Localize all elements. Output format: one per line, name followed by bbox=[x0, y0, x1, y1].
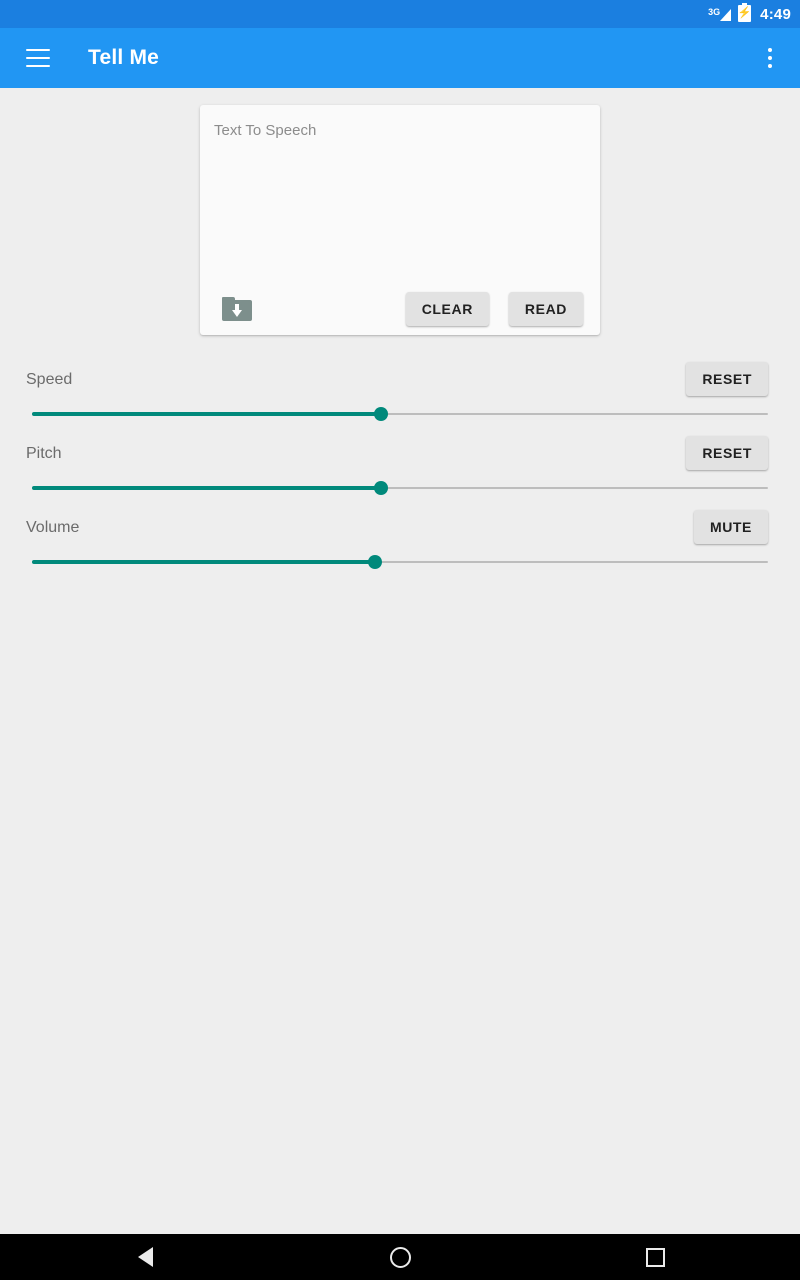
pitch-reset-button[interactable]: RESET bbox=[686, 436, 768, 470]
pitch-label: Pitch bbox=[26, 445, 62, 462]
read-button[interactable]: READ bbox=[508, 292, 583, 326]
app-title: Tell Me bbox=[88, 46, 160, 69]
speed-label: Speed bbox=[26, 371, 73, 388]
overflow-menu-icon[interactable] bbox=[758, 45, 782, 71]
volume-slider-row: Volume MUTE bbox=[0, 502, 800, 576]
pitch-slider[interactable] bbox=[32, 480, 768, 496]
clear-button[interactable]: CLEAR bbox=[405, 292, 489, 326]
home-circle-shape bbox=[389, 1246, 411, 1268]
battery-bolt-glyph: ⚡ bbox=[737, 7, 752, 19]
volume-slider-thumb[interactable] bbox=[367, 555, 382, 569]
volume-label: Volume bbox=[26, 519, 80, 536]
download-arrow-head bbox=[232, 310, 242, 317]
pitch-slider-thumb[interactable] bbox=[373, 481, 388, 495]
overflow-dot bbox=[768, 56, 772, 60]
status-bar: 3G ⚡ 4:49 bbox=[0, 0, 800, 28]
navigation-back-icon[interactable] bbox=[81, 1234, 209, 1280]
hamburger-line bbox=[26, 65, 50, 67]
overflow-dot bbox=[768, 48, 772, 52]
signal-3g-icon: 3G bbox=[708, 5, 732, 23]
speed-slider-fill bbox=[32, 412, 381, 416]
hamburger-menu-icon[interactable] bbox=[26, 49, 50, 67]
speed-slider-thumb[interactable] bbox=[373, 407, 388, 421]
volume-mute-button[interactable]: MUTE bbox=[693, 510, 768, 544]
recents-square-shape bbox=[645, 1247, 665, 1267]
pitch-slider-fill bbox=[32, 486, 381, 490]
main-content: CLEAR READ Speed RESET Pitch RESET Volum… bbox=[0, 88, 800, 1234]
network-type-label: 3G bbox=[708, 7, 721, 17]
speed-slider-row: Speed RESET bbox=[0, 354, 800, 428]
speed-slider[interactable] bbox=[32, 406, 768, 422]
card-action-bar: CLEAR READ bbox=[200, 291, 600, 327]
battery-charging-icon: ⚡ bbox=[737, 3, 752, 22]
signal-bars-icon bbox=[720, 9, 732, 21]
volume-slider[interactable] bbox=[32, 554, 768, 570]
speed-reset-button[interactable]: RESET bbox=[686, 362, 768, 396]
app-bar: Tell Me bbox=[0, 28, 800, 88]
pitch-slider-row: Pitch RESET bbox=[0, 428, 800, 502]
volume-slider-fill bbox=[32, 560, 375, 564]
folder-download-icon[interactable] bbox=[222, 297, 252, 321]
text-to-speech-card: CLEAR READ bbox=[200, 105, 600, 335]
back-triangle-shape bbox=[137, 1247, 153, 1267]
text-to-speech-input[interactable] bbox=[214, 122, 586, 272]
navigation-home-icon[interactable] bbox=[336, 1234, 464, 1280]
status-bar-clock: 4:49 bbox=[760, 5, 791, 23]
hamburger-line bbox=[26, 49, 50, 51]
navigation-recents-icon[interactable] bbox=[591, 1234, 719, 1280]
status-bar-icons: 3G ⚡ 4:49 bbox=[708, 3, 791, 23]
hamburger-line bbox=[26, 57, 50, 59]
overflow-dot bbox=[768, 64, 772, 68]
android-navigation-bar bbox=[0, 1234, 800, 1280]
